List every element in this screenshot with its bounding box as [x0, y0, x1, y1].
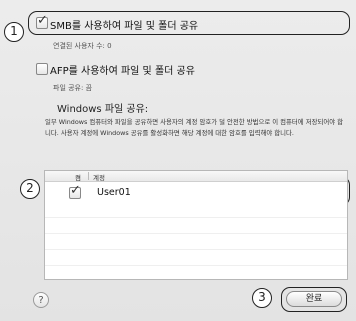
help-button[interactable]: ? [33, 292, 49, 308]
afp-status: 파일 공유: 끔 [53, 84, 93, 92]
callout-3: 3 [252, 288, 272, 308]
account-name: User01 [97, 187, 131, 198]
account-enable-checkbox[interactable]: ✓ [69, 183, 81, 199]
column-header-account[interactable]: 계정 [93, 172, 105, 182]
smb-label: SMB를 사용하여 파일 및 폴더 공유 [50, 21, 199, 32]
checkmark-icon: ✓ [37, 13, 48, 28]
file-sharing-options-panel: 1 ✓ SMB를 사용하여 파일 및 폴더 공유 연결된 사용자 수: 0 AF… [0, 0, 356, 321]
callout-2: 2 [20, 179, 40, 199]
table-row[interactable]: ✓ User01 [45, 184, 347, 202]
row-divider [45, 249, 347, 250]
checkmark-icon: ✓ [70, 183, 81, 198]
windows-accounts-table[interactable]: 켬 계정 ✓ User01 [44, 170, 348, 280]
afp-label: AFP를 사용하여 파일 및 폴더 공유 [50, 66, 195, 77]
row-divider [45, 217, 347, 218]
smb-connected-users: 연결된 사용자 수: 0 [53, 42, 112, 50]
row-divider [45, 265, 347, 266]
windows-sharing-description: 일부 Windows 컴퓨터와 파일을 공유하면 사용자의 계정 암호가 덜 안… [45, 118, 344, 137]
done-button[interactable]: 완료 [286, 291, 342, 307]
smb-checkbox[interactable]: ✓ [36, 13, 48, 29]
column-header-on[interactable]: 켬 [75, 172, 81, 182]
callout-1: 1 [4, 22, 24, 42]
windows-sharing-title: Windows 파일 공유: [57, 104, 149, 115]
afp-checkbox[interactable] [36, 63, 48, 75]
row-divider [45, 233, 347, 234]
table-header: 켬 계정 [45, 171, 347, 182]
column-separator [88, 172, 89, 180]
